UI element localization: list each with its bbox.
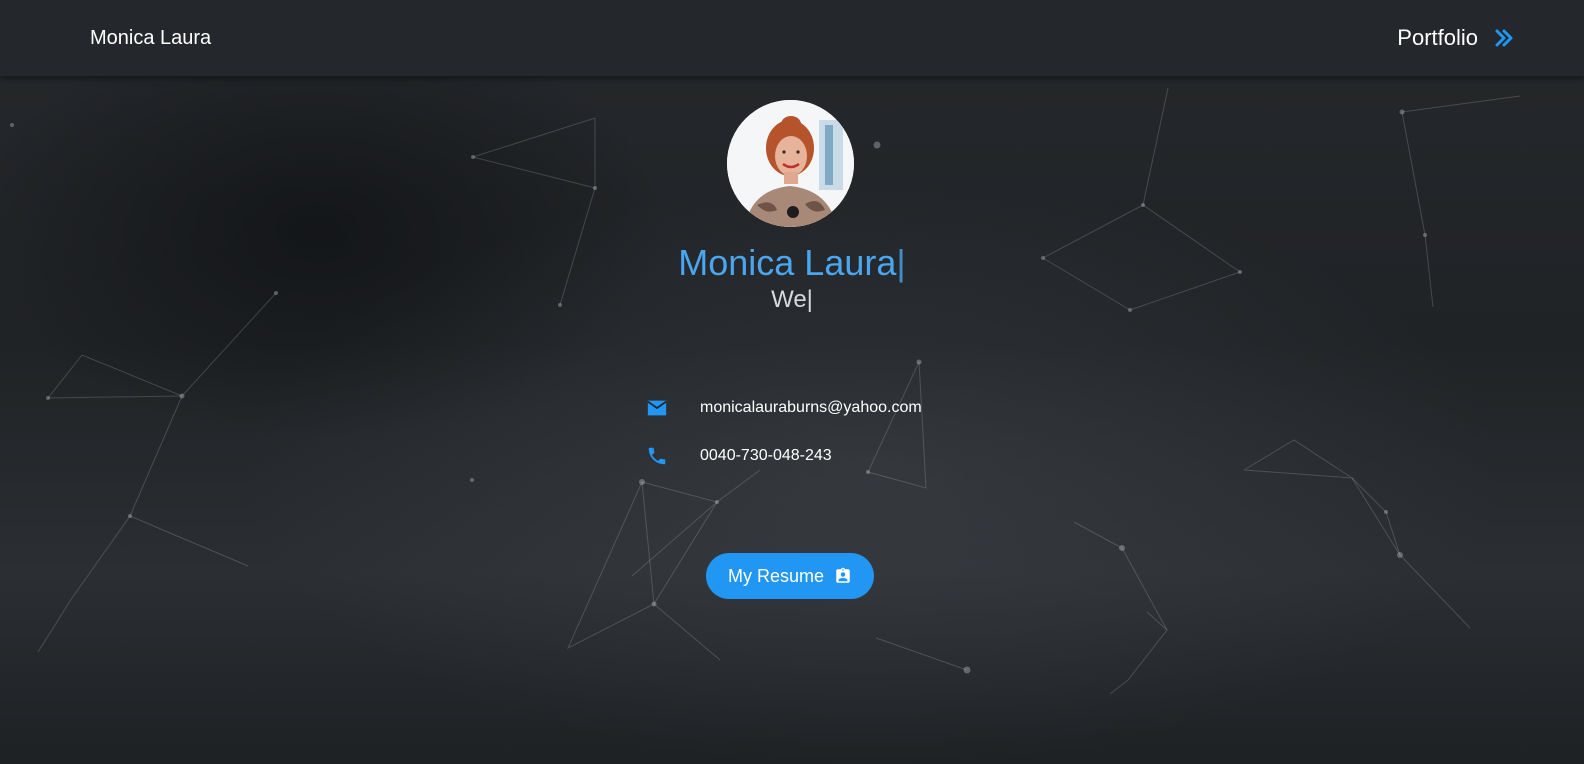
phone-icon: [648, 447, 666, 465]
contact-badge-icon: [836, 567, 850, 583]
portfolio-link[interactable]: Portfolio: [1397, 25, 1514, 51]
top-navbar: Monica Laura Portfolio: [0, 0, 1584, 76]
typed-subtitle: We|: [0, 286, 1584, 314]
name-typing-cursor: |: [896, 242, 906, 283]
portfolio-label[interactable]: Portfolio: [1397, 25, 1478, 51]
profile-photo: [727, 100, 854, 227]
hero-name: Monica Laura|: [0, 242, 1584, 284]
hero-name-text: Monica Laura: [678, 242, 897, 283]
hero-section: Monica Laura| We| monicalauraburns@yahoo…: [0, 76, 1584, 764]
phone-number[interactable]: 0040-730-048-243: [700, 447, 832, 465]
email-row[interactable]: monicalauraburns@yahoo.com: [646, 397, 922, 419]
resume-button-label: My Resume: [727, 565, 825, 586]
email-address[interactable]: monicalauraburns@yahoo.com: [700, 399, 922, 417]
typed-text: We: [771, 286, 807, 313]
avatar: [727, 100, 854, 227]
phone-row[interactable]: 0040-730-048-243: [646, 445, 832, 467]
double-chevron-right-icon[interactable]: [1494, 28, 1514, 48]
email-icon: [647, 400, 667, 416]
brand-name[interactable]: Monica Laura: [90, 27, 211, 50]
typed-cursor: |: [806, 286, 813, 313]
my-resume-button[interactable]: My Resume: [706, 553, 874, 599]
